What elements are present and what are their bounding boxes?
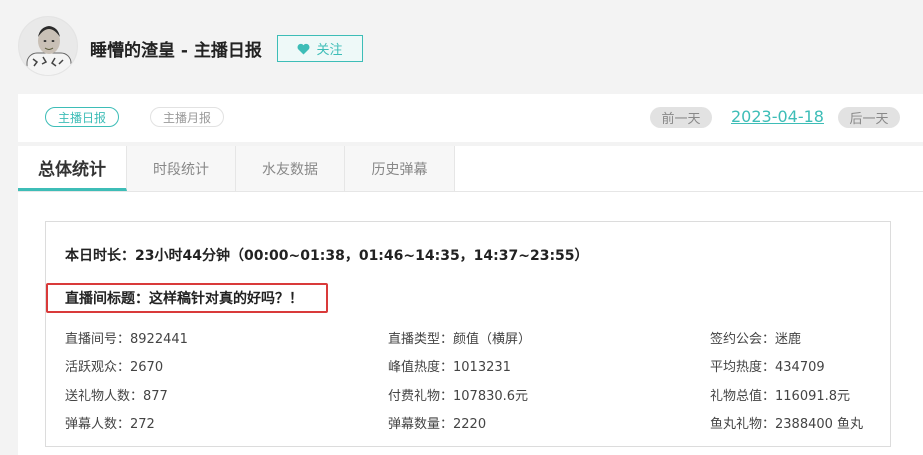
previous-day-button[interactable]: 前一天 [650,107,712,128]
peak-heat: 峰值热度：1013231 [388,360,511,375]
page-header: 睡懵的渣皇 - 主播日报 关注 [0,0,923,94]
average-heat: 平均热度：434709 [710,360,825,375]
main-content: 本日时长：23小时44分钟（00:00~01:38，01:46~14:35，14… [18,192,923,455]
follow-label: 关注 [316,43,343,58]
active-viewers: 活跃观众：2670 [65,360,164,375]
tab-period-stats[interactable]: 时段统计 [127,146,236,191]
monthly-report-tab[interactable]: 主播月报 [150,107,224,127]
overall-stats-panel: 本日时长：23小时44分钟（00:00~01:38，01:46~14:35，14… [45,221,891,447]
avatar[interactable] [18,16,78,76]
heart-icon [297,43,310,55]
report-switch-bar: 主播日报 主播月报 前一天 2023-04-18 后一天 [18,94,923,142]
danmaku-count: 弹幕数量：2220 [388,417,487,432]
streamer-avatar-image [19,17,77,75]
tab-overall-stats[interactable]: 总体统计 [18,146,127,191]
tab-history-danmaku[interactable]: 历史弹幕 [345,146,455,191]
next-day-button[interactable]: 后一天 [838,107,900,128]
follow-button[interactable]: 关注 [277,35,363,62]
stream-title: 直播间标题：这样稿针对真的好吗？！ [46,283,328,313]
gift-senders: 送礼物人数：877 [65,389,168,404]
tab-viewer-data[interactable]: 水友数据 [236,146,345,191]
page-title: 睡懵的渣皇 - 主播日报 [90,41,262,61]
room-id: 直播间号：8922441 [65,332,188,347]
daily-report-tab[interactable]: 主播日报 [45,107,119,127]
current-date-link[interactable]: 2023-04-18 [731,107,824,126]
stats-tab-bar: 总体统计 时段统计 水友数据 历史弹幕 [18,146,923,192]
signed-guild: 签约公会：迷鹿 [710,332,802,347]
stream-type: 直播类型：颜值（横屏） [388,332,532,347]
broadcast-duration: 本日时长：23小时44分钟（00:00~01:38，01:46~14:35，14… [65,248,589,264]
fishball-gifts: 鱼丸礼物：2388400 鱼丸 [710,417,864,432]
paid-gifts: 付费礼物：107830.6元 [388,389,529,404]
gift-total-value: 礼物总值：116091.8元 [710,389,851,404]
danmaku-users: 弹幕人数：272 [65,417,155,432]
